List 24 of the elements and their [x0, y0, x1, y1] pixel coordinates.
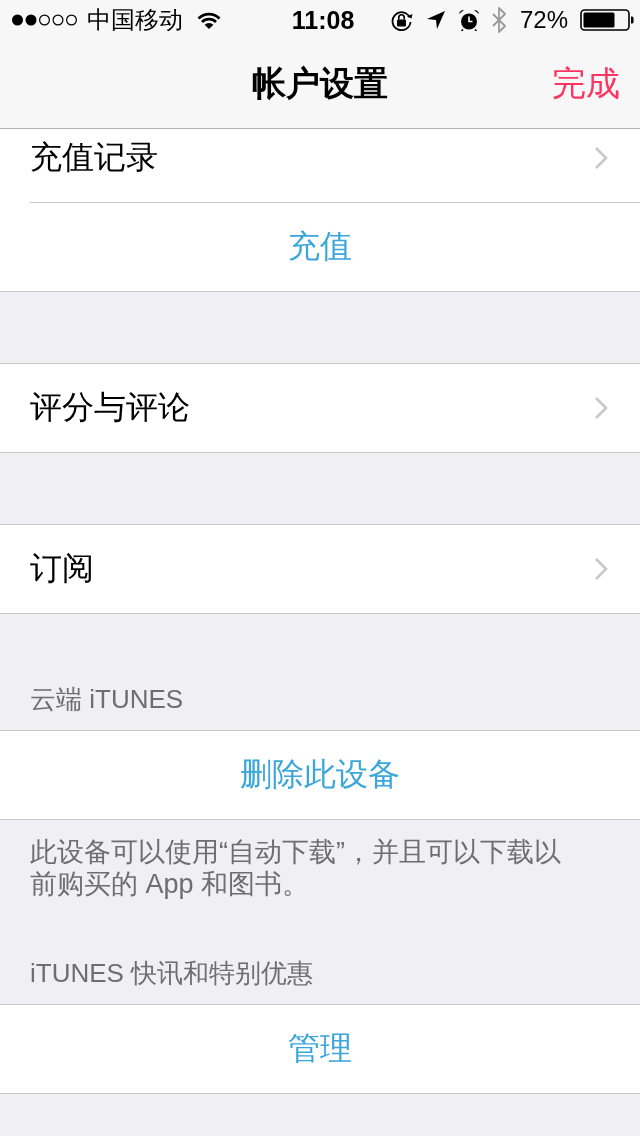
action-button[interactable]: 删除此设备 — [0, 731, 640, 819]
rotation-lock-icon — [389, 9, 414, 31]
chevron-right-icon — [594, 396, 608, 420]
battery-percentage: 72% — [519, 6, 568, 34]
bluetooth-icon — [491, 7, 506, 33]
section-header: 云端 iTUNES — [29, 683, 185, 716]
wifi-icon — [197, 11, 221, 29]
settings-row[interactable]: 订阅 — [0, 525, 640, 613]
action-button[interactable]: 充值 — [0, 203, 640, 291]
signal-strength-icon — [12, 14, 77, 26]
nav-title: 帐户设置 — [252, 63, 388, 104]
section-header: iTUNES 快讯和特别优惠 — [29, 957, 315, 990]
settings-row[interactable]: 充值记录 — [0, 129, 640, 203]
battery-icon — [580, 9, 634, 31]
section-footer: 此设备可以使用“自动下载”，并且可以下载以前购买的 App 和图书。 — [0, 820, 640, 900]
settings-row[interactable]: 评分与评论 — [0, 364, 640, 452]
action-button[interactable]: 管理 — [0, 1005, 640, 1093]
status-time: 11:08 — [291, 5, 355, 35]
carrier-name: 中国移动 — [87, 5, 183, 35]
chevron-right-icon — [594, 557, 608, 581]
done-button[interactable]: 完成 — [552, 61, 620, 107]
location-arrow-icon — [425, 10, 446, 30]
alarm-clock-icon — [457, 9, 480, 31]
chevron-right-icon — [594, 146, 608, 170]
